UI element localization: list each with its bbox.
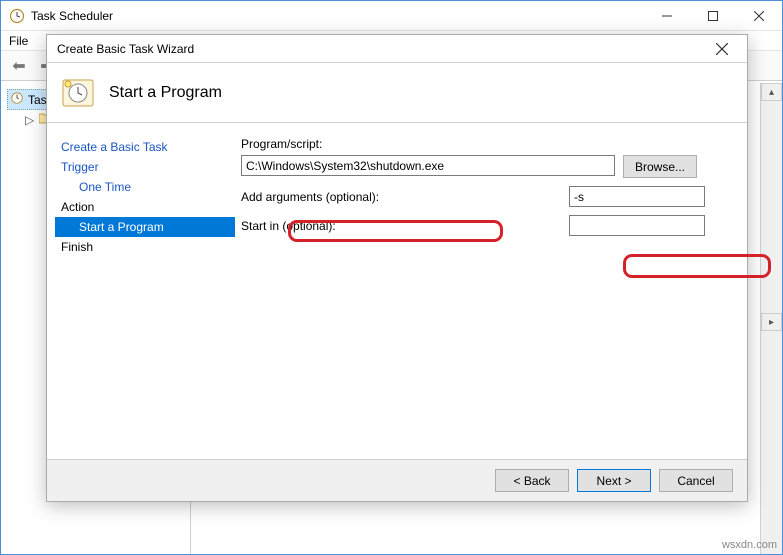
nav-one-time[interactable]: One Time — [55, 177, 237, 197]
parent-title: Task Scheduler — [31, 9, 644, 23]
nav-create-basic-task[interactable]: Create a Basic Task — [55, 137, 237, 157]
chevron-right-icon[interactable]: ▷ — [25, 113, 35, 127]
startin-input[interactable] — [569, 215, 705, 236]
wizard-header: Start a Program — [47, 63, 747, 123]
nav-action[interactable]: Action — [55, 197, 237, 217]
wizard-body: Create a Basic Task Trigger One Time Act… — [47, 125, 747, 459]
cancel-button[interactable]: Cancel — [659, 469, 733, 492]
startin-label: Start in (optional): — [241, 219, 561, 233]
arguments-label: Add arguments (optional): — [241, 190, 561, 204]
parent-titlebar: Task Scheduler — [1, 1, 782, 31]
wizard-title: Create Basic Task Wizard — [57, 42, 703, 56]
nav-finish[interactable]: Finish — [55, 237, 237, 257]
actions-pane-scroll: ▴ ▸ — [760, 83, 782, 554]
menu-file[interactable]: File — [9, 34, 28, 48]
scroll-down-icon[interactable]: ▸ — [761, 313, 782, 331]
close-button[interactable] — [736, 1, 782, 30]
back-button[interactable]: < Back — [495, 469, 569, 492]
clock-icon — [10, 91, 24, 108]
nav-start-a-program[interactable]: Start a Program — [55, 217, 235, 237]
next-button[interactable]: Next > — [577, 469, 651, 492]
back-arrow-icon[interactable]: ⬅ — [7, 54, 31, 78]
wizard-footer: < Back Next > Cancel — [47, 459, 747, 501]
maximize-button[interactable] — [690, 1, 736, 30]
wizard-form: Program/script: Browse... Add arguments … — [237, 125, 747, 459]
program-input[interactable] — [241, 155, 615, 176]
browse-button[interactable]: Browse... — [623, 155, 697, 178]
wizard-titlebar: Create Basic Task Wizard — [47, 35, 747, 63]
program-label: Program/script: — [241, 137, 729, 151]
watermark: wsxdn.com — [722, 539, 777, 551]
nav-trigger[interactable]: Trigger — [55, 157, 237, 177]
wizard-nav: Create a Basic Task Trigger One Time Act… — [47, 125, 237, 459]
wizard-close-button[interactable] — [703, 35, 741, 62]
tree-root-label: Tas — [28, 93, 47, 107]
arguments-input[interactable] — [569, 186, 705, 207]
wizard-heading: Start a Program — [109, 84, 222, 102]
task-scheduler-icon — [9, 8, 25, 24]
wizard-clock-icon — [61, 76, 95, 110]
create-basic-task-wizard: Create Basic Task Wizard Start a Program… — [46, 34, 748, 502]
scroll-up-icon[interactable]: ▴ — [761, 83, 782, 101]
minimize-button[interactable] — [644, 1, 690, 30]
close-icon — [716, 43, 728, 55]
window-controls — [644, 1, 782, 30]
